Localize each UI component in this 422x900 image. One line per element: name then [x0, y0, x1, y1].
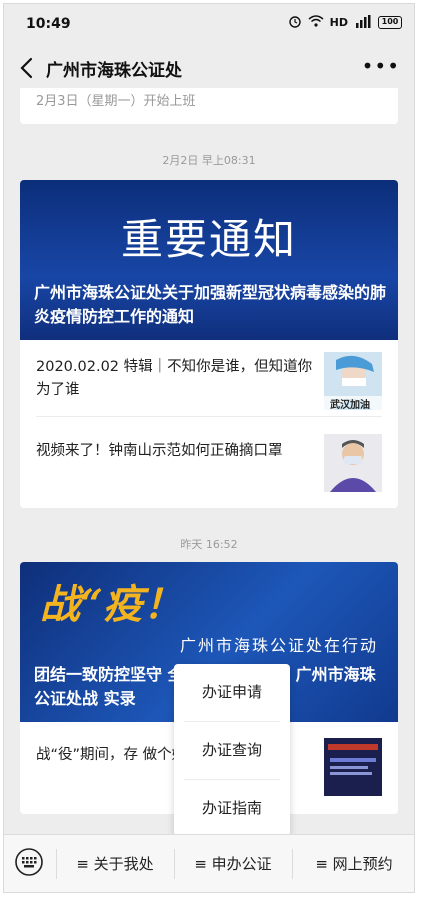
menu-about-us[interactable]: ≡ 关于我处 [56, 835, 174, 892]
article-thumbnail [324, 738, 382, 796]
hero-article-title: 广州市海珠公证处关于加强新型冠状病毒感染的肺炎疫情防控工作的通知 [34, 283, 387, 326]
status-icons: HD 100 [288, 14, 402, 31]
network-label: HD [329, 16, 348, 29]
status-time: 10:49 [26, 16, 71, 32]
popup-item-query[interactable]: 办证查询 [174, 722, 290, 779]
popup-menu: 办证申请 办证查询 办证指南 [174, 664, 290, 836]
article-title: 视频来了！钟南山示范如何正确摘口罩 [36, 443, 283, 459]
nav-bar: 广州市海珠公证处 ••• [4, 44, 414, 92]
hero-headline: 重要通知 [120, 215, 297, 264]
article-thumbnail: 武汉加油 [324, 352, 382, 410]
popup-item-apply[interactable]: 办证申请 [174, 664, 290, 721]
article-list-item[interactable]: 视频来了！钟南山示范如何正确摘口罩 [20, 420, 398, 496]
phone-screen: 10:49 HD 100 广州市海珠公证处 ••• 2月3日（星期一）开始上班 … [3, 3, 415, 893]
battery-icon: 100 [378, 16, 402, 29]
page-title: 广州市海珠公证处 [46, 61, 182, 81]
bottom-menu-bar: ≡ 关于我处 ≡ 申办公证 ≡ 网上预约 [4, 834, 414, 892]
status-bar: 10:49 HD 100 [4, 4, 414, 44]
hero-banner[interactable]: 重要通知 广州市海珠公证处关于加强新型冠状病毒感染的肺炎疫情防控工作的通知 [20, 180, 398, 340]
previous-message-text: 2月3日（星期一）开始上班 [36, 94, 196, 109]
signal-icon [354, 14, 372, 31]
article-title: 2020.02.02 特辑｜不知你是谁，但知道你为了谁 [36, 359, 313, 398]
menu-apply-notary[interactable]: ≡ 申办公证 [174, 835, 292, 892]
divider [36, 416, 382, 417]
message-timestamp: 昨天 16:52 [180, 538, 238, 551]
article-list-item[interactable]: 2020.02.02 特辑｜不知你是谁，但知道你为了谁 武汉加油 [20, 340, 398, 416]
popup-item-guide[interactable]: 办证指南 [174, 780, 290, 837]
menu-online-booking[interactable]: ≡ 网上预约 [292, 835, 414, 892]
hero-headline: 战“疫！ [40, 581, 184, 628]
keyboard-icon[interactable] [14, 847, 44, 877]
previous-message-card[interactable]: 2月3日（星期一）开始上班 [20, 88, 398, 124]
back-arrow-icon[interactable] [16, 54, 40, 82]
thumbnail-caption: 武汉加油 [330, 400, 370, 410]
article-thumbnail [324, 434, 382, 492]
alarm-icon [288, 14, 302, 31]
hero-subtitle: 广州市海珠公证处在行动 [179, 636, 378, 655]
article-card[interactable]: 重要通知 广州市海珠公证处关于加强新型冠状病毒感染的肺炎疫情防控工作的通知 20… [20, 180, 398, 508]
message-timestamp: 2月2日 早上08:31 [162, 154, 256, 167]
more-icon[interactable]: ••• [362, 54, 400, 78]
wifi-icon [308, 15, 324, 30]
